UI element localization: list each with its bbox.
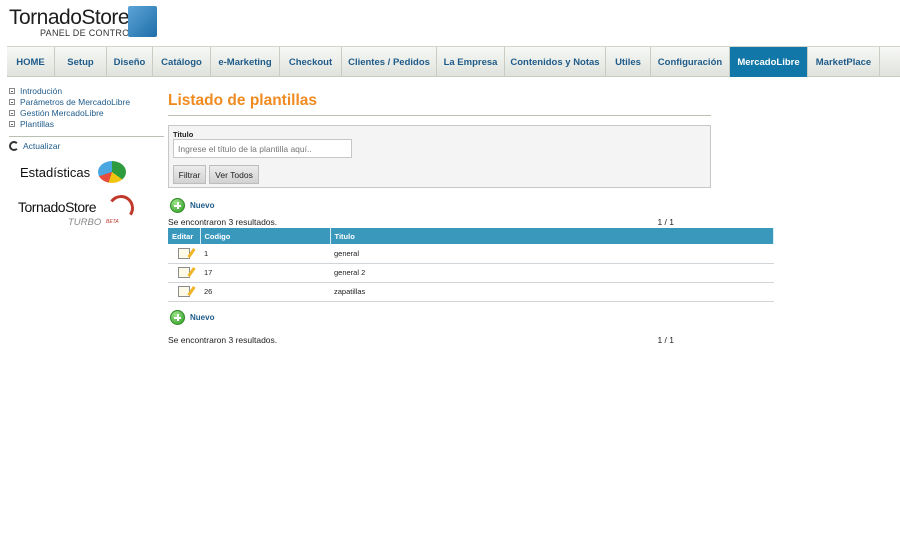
- templates-table: Editar Codigo Titulo 1 general 17 genera…: [168, 228, 774, 302]
- sidebar-item-introduccion[interactable]: Introdución: [9, 85, 164, 96]
- edit-cell: [168, 263, 200, 283]
- sidebar-divider: [9, 136, 164, 137]
- nav-item-contenidos-notas[interactable]: Contenidos y Notas: [505, 47, 606, 77]
- code-cell: 1: [200, 244, 330, 264]
- nav-item-clientes-pedidos[interactable]: Clientes / Pedidos: [342, 47, 437, 77]
- edit-icon[interactable]: [178, 286, 190, 297]
- title-cell: general 2: [330, 263, 774, 283]
- results-count: Se encontraron 3 resultados.: [168, 335, 278, 345]
- brand-logo[interactable]: TornadoStore PANEL DE CONTROL: [9, 6, 169, 40]
- edit-cell: [168, 282, 200, 302]
- pagination: 1 / 1: [657, 217, 674, 227]
- nav-item-configuracion[interactable]: Configuración: [651, 47, 730, 77]
- main-nav: HOME Setup Diseño Catálogo e-Marketing C…: [7, 46, 900, 77]
- title-cell: general: [330, 244, 774, 264]
- edit-cell: [168, 244, 200, 264]
- expand-icon: [9, 120, 15, 127]
- code-cell: 26: [200, 282, 330, 302]
- turbo-brand: TornadoStore: [18, 199, 97, 215]
- edit-icon[interactable]: [178, 267, 190, 278]
- brand-subtitle: PANEL DE CONTROL: [40, 28, 135, 38]
- expand-icon: [9, 109, 15, 116]
- stats-link[interactable]: Estadísticas: [20, 161, 127, 183]
- filter-panel: Titulo Filtrar Ver Todos: [168, 125, 711, 188]
- table-row: 1 general: [168, 244, 774, 264]
- nav-item-setup[interactable]: Setup: [55, 47, 107, 77]
- refresh-label: Actualizar: [23, 141, 61, 151]
- expand-icon: [9, 98, 15, 105]
- results-summary-top: Se encontraron 3 resultados. 1 / 1: [168, 217, 674, 227]
- add-icon: [170, 198, 185, 213]
- sidebar-item-label: Gestión MercadoLibre: [20, 107, 104, 118]
- results-count: Se encontraron 3 resultados.: [168, 217, 278, 227]
- filter-label: Titulo: [173, 130, 194, 139]
- filter-button[interactable]: Filtrar: [173, 165, 206, 184]
- nav-item-mercadolibre[interactable]: MercadoLibre: [730, 47, 808, 77]
- main-content: Listado de plantillas Titulo Filtrar Ver…: [168, 92, 774, 345]
- refresh-link[interactable]: Actualizar: [9, 141, 164, 151]
- add-icon: [170, 310, 185, 325]
- col-header-title: Titulo: [330, 228, 774, 244]
- pagination: 1 / 1: [657, 335, 674, 345]
- stats-label: Estadísticas: [20, 164, 91, 180]
- table-row: 17 general 2: [168, 263, 774, 283]
- brand-mark-icon: [128, 6, 157, 37]
- sidebar-item-label: Parámetros de MercadoLibre: [20, 96, 131, 107]
- table-row: 26 zapatillas: [168, 282, 774, 302]
- sidebar-item-label: Introdución: [20, 85, 63, 96]
- nav-item-home[interactable]: HOME: [7, 47, 55, 77]
- nav-item-emarketing[interactable]: e-Marketing: [211, 47, 280, 77]
- expand-icon: [9, 87, 15, 94]
- sidebar-item-label: Plantillas: [20, 118, 55, 129]
- table-header-row: Editar Codigo Titulo: [168, 228, 774, 244]
- edit-icon[interactable]: [178, 247, 190, 259]
- new-label: Nuevo: [190, 201, 215, 210]
- refresh-icon: [9, 141, 19, 151]
- pie-chart-icon: [98, 161, 127, 183]
- nav-item-diseno[interactable]: Diseño: [107, 47, 153, 77]
- results-summary-bottom: Se encontraron 3 resultados. 1 / 1: [168, 335, 674, 345]
- new-label: Nuevo: [190, 313, 215, 322]
- page-title: Listado de plantillas: [168, 92, 317, 109]
- sidebar: Introdución Parámetros de MercadoLibre G…: [9, 85, 164, 228]
- new-button-top[interactable]: Nuevo: [170, 198, 214, 213]
- title-cell: zapatillas: [330, 282, 774, 302]
- turbo-sub: TURBO: [68, 217, 102, 228]
- nav-item-la-empresa[interactable]: La Empresa: [437, 47, 505, 77]
- col-header-edit: Editar: [168, 228, 201, 244]
- nav-item-utiles[interactable]: Utiles: [606, 47, 651, 77]
- code-cell: 17: [200, 263, 330, 283]
- title-search-input[interactable]: [173, 139, 352, 158]
- sidebar-item-gestion[interactable]: Gestión MercadoLibre: [9, 107, 164, 118]
- col-header-code: Codigo: [200, 228, 331, 244]
- nav-item-checkout[interactable]: Checkout: [280, 47, 342, 77]
- sidebar-item-parametros[interactable]: Parámetros de MercadoLibre: [9, 96, 164, 107]
- nav-item-catalogo[interactable]: Catálogo: [153, 47, 211, 77]
- view-all-button[interactable]: Ver Todos: [209, 165, 259, 184]
- title-divider: [168, 115, 711, 116]
- brand-name: TornadoStore: [9, 6, 130, 29]
- new-button-bottom[interactable]: Nuevo: [170, 310, 214, 325]
- sidebar-item-plantillas[interactable]: Plantillas: [9, 118, 164, 129]
- nav-item-marketplace[interactable]: MarketPlace: [808, 47, 880, 77]
- turbo-logo[interactable]: TornadoStore TURBO BETA: [18, 192, 138, 237]
